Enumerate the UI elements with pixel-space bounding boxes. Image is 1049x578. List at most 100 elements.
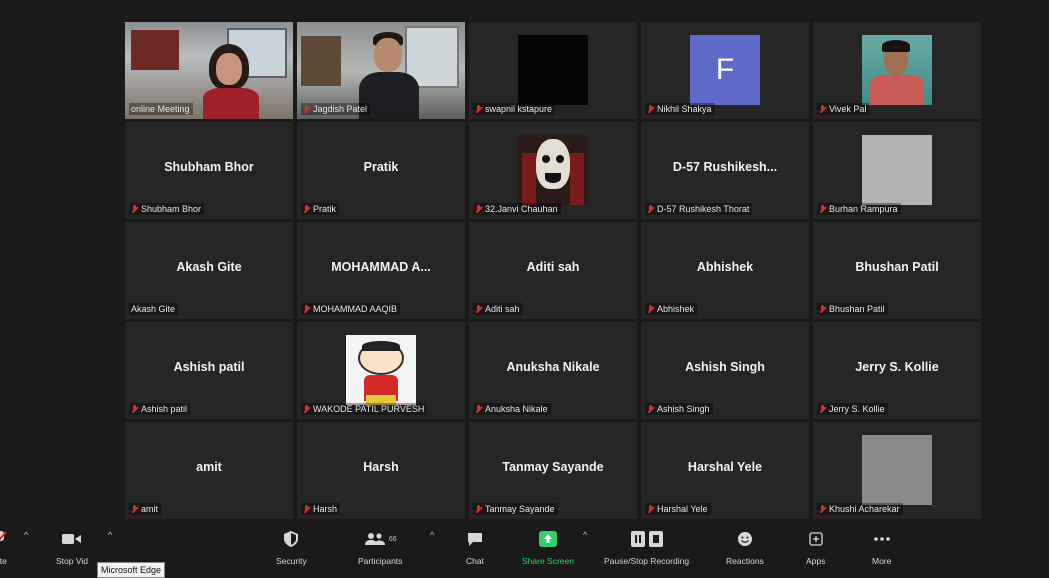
share-screen-label: Share Screen (522, 556, 574, 566)
participant-label-text: Bhushan Patil (829, 304, 885, 314)
participant-label-text: 32.Janvi Chauhan (485, 204, 558, 214)
participant-display-name: Anuksha Nikale (506, 360, 600, 374)
stop-video-label: Stop Vid (56, 556, 88, 566)
participant-label-text: Harshal Yele (657, 504, 708, 514)
participant-name-label: D-57 Rushikesh Thorat (645, 203, 753, 215)
participant-tile[interactable]: F Nikhil Shakya (641, 22, 809, 119)
pause-stop-recording-label: Pause/Stop Recording (604, 556, 690, 566)
participant-label-text: Pratik (313, 204, 337, 214)
participant-tile[interactable]: 32.Janvi Chauhan (469, 122, 637, 219)
participant-tile[interactable]: Bhushan Patil Bhushan Patil (813, 222, 981, 319)
stop-video-button[interactable]: Stop Vid (56, 528, 88, 566)
participant-label-text: Shubham Bhor (141, 204, 202, 214)
share-options-caret[interactable]: ^ (583, 530, 587, 540)
participant-tile[interactable]: D-57 Rushikesh... D-57 Rushikesh Thorat (641, 122, 809, 219)
unmute-label: ute (0, 556, 7, 566)
participant-tile[interactable]: Vivek Pal (813, 22, 981, 119)
muted-microphone-icon (819, 404, 826, 414)
participant-name-label: Akash Gite (129, 303, 179, 315)
participant-label-text: D-57 Rushikesh Thorat (657, 204, 750, 214)
share-screen-button[interactable]: Share Screen (522, 528, 574, 566)
participant-tile[interactable]: WAKODE PATIL PURVESH (297, 322, 465, 419)
participant-label-text: Akash Gite (131, 304, 176, 314)
profile-picture (862, 435, 932, 505)
participant-display-name: Abhishek (696, 260, 754, 274)
participant-label-text: online Meeting (131, 104, 190, 114)
microphone-muted-icon (0, 528, 8, 550)
participant-name-label: Abhishek (645, 303, 698, 315)
participant-tile[interactable]: Abhishek Abhishek (641, 222, 809, 319)
chat-button[interactable]: Chat (466, 528, 484, 566)
participant-tile[interactable]: Ashish Singh Ashish Singh (641, 322, 809, 419)
participant-name-label: WAKODE PATIL PURVESH (301, 403, 428, 415)
participant-tile[interactable]: Anuksha Nikale Anuksha Nikale (469, 322, 637, 419)
participant-tile[interactable]: MOHAMMAD A... MOHAMMAD AAQIB (297, 222, 465, 319)
muted-microphone-icon (647, 404, 654, 414)
participant-display-name: Tanmay Sayande (502, 460, 604, 474)
participant-display-name: Pratik (363, 160, 399, 174)
audio-options-caret[interactable]: ^ (24, 530, 28, 540)
participant-name-label: Burhan Rampura (817, 203, 901, 215)
participant-tile[interactable]: Jerry S. Kollie Jerry S. Kollie (813, 322, 981, 419)
participant-tile[interactable]: Tanmay Sayande Tanmay Sayande (469, 422, 637, 519)
participant-name-label: online Meeting (129, 103, 193, 115)
apps-button[interactable]: Apps (806, 528, 825, 566)
video-camera-icon (61, 528, 82, 550)
participant-label-text: Nikhil Shakya (657, 104, 712, 114)
pause-stop-icon (630, 528, 663, 550)
participant-name-label: Aditi sah (473, 303, 523, 315)
participant-name-label: Harshal Yele (645, 503, 711, 515)
participant-tile[interactable]: Shubham Bhor Shubham Bhor (125, 122, 293, 219)
participant-name-label: Vivek Pal (817, 103, 870, 115)
participant-display-name: Harsh (363, 460, 399, 474)
muted-microphone-icon (131, 404, 138, 414)
profile-picture (862, 35, 932, 105)
more-label: More (872, 556, 892, 566)
participant-label-text: Abhishek (657, 304, 695, 314)
participant-tile[interactable]: Akash Gite Akash Gite (125, 222, 293, 319)
security-button[interactable]: Security (276, 528, 307, 566)
participant-name-label: Harsh (301, 503, 341, 515)
participant-tile[interactable]: Khushi Acharekar (813, 422, 981, 519)
participant-display-name: Ashish patil (173, 360, 245, 374)
participant-name-label: Khushi Acharekar (817, 503, 903, 515)
participant-label-text: Ashish Singh (657, 404, 710, 414)
participant-tile[interactable]: Ashish patil Ashish patil (125, 322, 293, 419)
participants-button[interactable]: 66 Participants (358, 528, 402, 566)
participant-label-text: Anuksha Nikale (485, 404, 548, 414)
muted-microphone-icon (647, 204, 654, 214)
reactions-button[interactable]: Reactions (726, 528, 764, 566)
participant-name-label: swapnil kstapure (473, 103, 556, 115)
more-button[interactable]: More (872, 528, 891, 566)
muted-microphone-icon (475, 504, 482, 514)
participant-tile[interactable]: Burhan Rampura (813, 122, 981, 219)
smiley-icon (737, 528, 753, 550)
more-dots-icon (873, 528, 891, 550)
video-options-caret[interactable]: ^ (108, 530, 112, 540)
participant-tile[interactable]: amit amit (125, 422, 293, 519)
participant-display-name: D-57 Rushikesh... (672, 160, 778, 174)
muted-microphone-icon (303, 504, 310, 514)
participant-tile[interactable]: Pratik Pratik (297, 122, 465, 219)
share-screen-icon (538, 528, 557, 550)
participant-tile[interactable]: Aditi sah Aditi sah (469, 222, 637, 319)
participant-display-name: Ashish Singh (685, 360, 765, 374)
participant-label-text: Jagdish Patel (313, 104, 368, 114)
gallery-grid: online Meeting Jagdish Patel swapnil kstap… (125, 22, 981, 519)
unmute-button[interactable]: ute (0, 528, 8, 566)
participant-label-text: amit (141, 504, 159, 514)
muted-microphone-icon (303, 404, 310, 414)
participant-tile[interactable]: online Meeting (125, 22, 293, 119)
participants-options-caret[interactable]: ^ (430, 530, 434, 540)
participant-tile[interactable]: swapnil kstapure (469, 22, 637, 119)
muted-microphone-icon (131, 204, 138, 214)
participant-tile[interactable]: Harshal Yele Harshal Yele (641, 422, 809, 519)
participant-tile[interactable]: Jagdish Patel (297, 22, 465, 119)
participant-tile[interactable]: Harsh Harsh (297, 422, 465, 519)
chat-label: Chat (466, 556, 484, 566)
profile-picture (518, 35, 588, 105)
pause-stop-recording-button[interactable]: Pause/Stop Recording (604, 528, 689, 566)
participant-label-text: Vivek Pal (829, 104, 867, 114)
participant-label-text: Aditi sah (485, 304, 520, 314)
profile-picture (518, 135, 588, 205)
